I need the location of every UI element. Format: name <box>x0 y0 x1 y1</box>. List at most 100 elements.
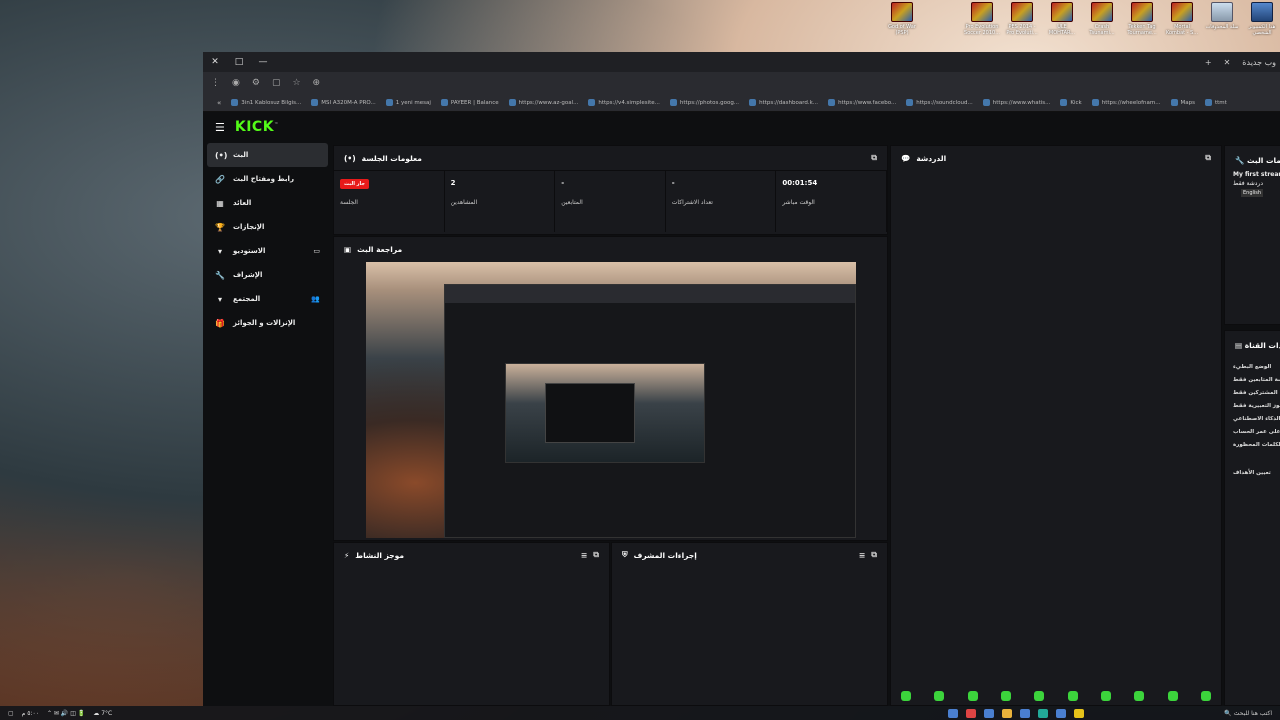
popout-icon[interactable]: ⧉ <box>593 550 599 560</box>
edge-icon[interactable] <box>1038 708 1048 718</box>
bookmark-item[interactable]: https://soundcloud... <box>906 99 973 106</box>
emote-icon[interactable] <box>967 691 978 701</box>
hamburger-icon[interactable]: ☰ <box>215 121 225 134</box>
popout-icon[interactable]: ⧉ <box>871 550 877 560</box>
sidebar-item[interactable]: (•) البث <box>207 143 328 167</box>
favicon-icon <box>588 99 596 106</box>
desktop-icon[interactable]: Mortal Kombat - S... <box>1164 2 1200 50</box>
app-icon[interactable] <box>1056 708 1066 718</box>
bookmark-item[interactable]: https://www.facebo... <box>828 99 896 106</box>
stream-title-text: My first stream <box>1233 171 1280 178</box>
emote-icon[interactable] <box>1067 691 1078 701</box>
minimize-window-button[interactable]: — <box>251 57 275 67</box>
channel-setting-item[interactable]: دردشة المشتركين فقط <box>1225 390 1280 396</box>
close-tab-button[interactable]: ✕ <box>1224 58 1231 67</box>
sidebar-item[interactable]: 🏆 الإنجازات <box>207 215 328 239</box>
sidebar-item[interactable]: ▾ الاستوديو ▭ <box>207 239 328 263</box>
bookmarks-overflow-icon[interactable]: « <box>217 99 221 107</box>
sidebar-item[interactable]: ▾ المجتمع 👥 <box>207 287 328 311</box>
favicon-icon <box>1170 99 1178 106</box>
sidebar-item[interactable]: 🎁 الإنزالات و الجوائز <box>207 311 328 335</box>
session-panel: (•) معلومات الجلسة ⧉ جار البث الجلسة 2 المش… <box>333 145 888 235</box>
sidebar-item-label: العائد <box>233 199 252 207</box>
sidebar-item-label: البث <box>233 151 249 159</box>
sidebar-item[interactable]: 🔗 رابط ومفتاح البث <box>207 167 328 191</box>
maximize-window-button[interactable]: □ <box>227 57 251 67</box>
screenshot-icon[interactable]: ▢ <box>272 78 281 88</box>
bookmark-star-icon[interactable]: ☆ <box>292 78 300 88</box>
bookmark-item[interactable]: https://v4.simplesite... <box>588 99 660 106</box>
desktop-icon[interactable]: ULE MOHTAR... <box>1044 2 1080 50</box>
bookmark-item[interactable]: https://dashboard.k... <box>749 99 818 106</box>
bookmark-item[interactable]: MSI A320M-A PRO... <box>311 99 376 106</box>
bookmark-item[interactable]: https://www.az-goal... <box>508 99 578 106</box>
close-window-button[interactable]: ✕ <box>203 57 227 67</box>
emote-icon[interactable] <box>1034 691 1045 701</box>
sidebar-item-label: الإنزالات و الجوائز <box>233 319 296 327</box>
bookmark-item[interactable]: https://photos.goog... <box>669 99 739 106</box>
channel-setting-item[interactable]: الكلمات المحظورة <box>1225 442 1280 448</box>
bookmark-item[interactable]: ttmt <box>1204 99 1227 106</box>
emote-icon[interactable] <box>934 691 945 701</box>
app-icon[interactable] <box>984 708 994 718</box>
preview-title: مراجعة البث <box>357 244 403 254</box>
bookmark-item[interactable]: PAYEER | Balance <box>440 99 499 106</box>
stream-preview-video[interactable] <box>366 262 856 538</box>
channel-setting-item[interactable]: تعيين الأهداف <box>1225 470 1280 476</box>
extensions-icon[interactable]: ⊕ <box>313 78 321 88</box>
desktop-icon-label: Tekken Tag Tourname... <box>1127 24 1157 36</box>
show-desktop-icon[interactable]: ▢ <box>8 710 14 717</box>
bookmark-label: ttmt <box>1214 99 1227 106</box>
emote-icon[interactable] <box>1200 691 1211 701</box>
kick-logo[interactable]: KICK™ <box>235 119 279 135</box>
popout-icon[interactable]: ⧉ <box>1205 153 1211 163</box>
desktop-icon[interactable]: هذا الكمبيوتر الشخصي <box>1244 2 1280 50</box>
kick-dashboard: ☰ KICK™ (•) البث 🔗 رابط ومفتاح البث ▦ العائد 🏆… <box>203 112 1280 706</box>
emote-icon[interactable] <box>901 691 911 701</box>
emote-icon[interactable] <box>1100 691 1111 701</box>
tune-icon[interactable]: ⚙ <box>252 78 260 88</box>
desktop-icon[interactable]: God of War (PSP) <box>884 2 920 50</box>
taskbar-apps <box>948 708 1084 718</box>
desktop-icon[interactable]: سلة المحذوفات <box>1204 2 1240 50</box>
channel-setting-item[interactable]: الرموز التعبيرية فقط <box>1225 403 1280 409</box>
chrome-icon[interactable]: ◉ <box>232 78 240 88</box>
favicon-icon <box>828 99 836 106</box>
chrome-taskbar-icon[interactable] <box>966 708 976 718</box>
clock-text[interactable]: ٥:٠٠ م <box>22 710 39 717</box>
channel-setting-item[interactable]: دردشة المتابعين فقط <box>1225 377 1280 383</box>
sidebar-item[interactable]: 🔧 الإشراف <box>207 263 328 287</box>
bookmark-item[interactable]: 3in1 Kablosuz Bilgis... <box>231 99 301 106</box>
popout-icon[interactable]: ⧉ <box>871 153 877 163</box>
widgets-icon[interactable] <box>1074 708 1084 718</box>
desktop-icon[interactable]: PES 2014 - Pro Evoluti... <box>1004 2 1040 50</box>
desktop-icon[interactable]: Tekken Tag Tourname... <box>1124 2 1160 50</box>
tab-label[interactable]: وب جديدة <box>1242 58 1276 67</box>
bookmark-label: https://www.whatis... <box>992 99 1051 106</box>
channel-setting-item[interactable]: الوضع البطيء <box>1225 364 1280 370</box>
weather-text[interactable]: ☁ 7°C <box>93 710 112 717</box>
sidebar-item[interactable]: ▦ العائد <box>207 191 328 215</box>
menu-icon[interactable]: ⋮ <box>211 78 220 88</box>
system-tray-icons[interactable]: ⌃ ✉ 🔊 ◫ 🔋 <box>47 710 85 717</box>
app-icon[interactable] <box>948 708 958 718</box>
bookmark-item[interactable]: 1 yeni mesaj <box>385 99 431 106</box>
bookmark-item[interactable]: Maps <box>1170 99 1195 106</box>
game-archive-icon <box>1051 2 1073 22</box>
bookmark-item[interactable]: Kick <box>1060 99 1082 106</box>
app-icon[interactable] <box>1020 708 1030 718</box>
desktop-icon[interactable]: Crash Tsunami... <box>1084 2 1120 50</box>
new-tab-button[interactable]: + <box>1205 58 1212 67</box>
channel-setting-item[interactable]: التحقق على عمر الحساب <box>1225 429 1280 435</box>
emote-icon[interactable] <box>1167 691 1178 701</box>
filter-icon[interactable]: ≡ <box>859 551 866 560</box>
taskbar-search[interactable]: 🔍 اكتب هنا للبحث <box>1224 710 1272 717</box>
emote-icon[interactable] <box>1134 691 1145 701</box>
folder-icon[interactable] <box>1002 708 1012 718</box>
channel-setting-item[interactable]: الذكاء الاصطناعي <box>1225 416 1280 422</box>
emote-icon[interactable] <box>1000 691 1011 701</box>
bookmark-item[interactable]: https://wheelofnam... <box>1091 99 1161 106</box>
desktop-icon[interactable]: Pro Evolution Soccer 2010... <box>964 2 1000 50</box>
bookmark-item[interactable]: https://www.whatis... <box>982 99 1051 106</box>
filter-icon[interactable]: ≡ <box>581 551 588 560</box>
